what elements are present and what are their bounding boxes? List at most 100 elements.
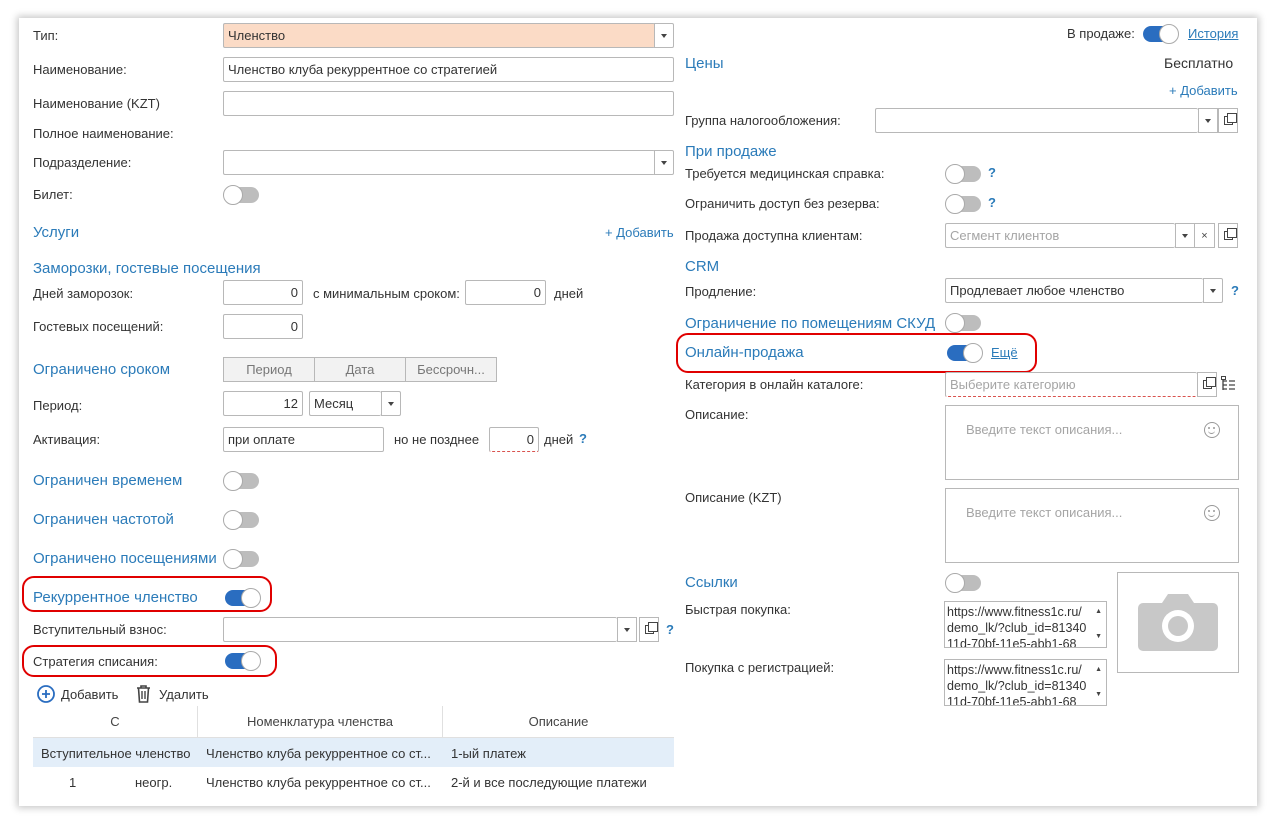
on-sale-toggle[interactable] — [1143, 24, 1179, 44]
camera-icon — [1138, 593, 1218, 651]
renewal-help-icon[interactable]: ? — [1231, 283, 1239, 298]
column-header-description[interactable]: Описание — [443, 706, 674, 738]
online-sale-toggle[interactable] — [947, 343, 983, 363]
term-option-period[interactable]: Период — [224, 358, 315, 381]
term-option-date[interactable]: Дата — [315, 358, 406, 381]
renewal-dropdown[interactable] — [1203, 278, 1223, 303]
name-kzt-field[interactable] — [223, 91, 674, 116]
limited-term-title[interactable]: Ограничено сроком — [33, 361, 170, 378]
history-link[interactable]: История — [1188, 26, 1238, 41]
medical-help-icon[interactable]: ? — [988, 165, 996, 180]
open-icon — [1202, 377, 1216, 389]
type-dropdown-button[interactable] — [654, 23, 674, 48]
limited-time-title[interactable]: Ограничен временем — [33, 472, 182, 489]
emoji-icon[interactable] — [1204, 505, 1220, 521]
freeze-days-unit: дней — [554, 286, 584, 301]
entry-fee-field[interactable] — [223, 617, 617, 642]
add-row-button[interactable]: Добавить — [37, 684, 127, 704]
medical-toggle[interactable] — [945, 164, 981, 184]
online-sale-title[interactable]: Онлайн-продажа — [685, 344, 804, 361]
description-textarea[interactable]: Введите текст описания... — [945, 405, 1239, 480]
skud-toggle[interactable] — [945, 313, 981, 333]
period-unit-field[interactable]: Месяц — [309, 391, 381, 416]
type-field[interactable]: Членство — [223, 23, 655, 48]
limited-visits-toggle[interactable] — [223, 549, 259, 569]
photo-placeholder[interactable] — [1117, 572, 1239, 673]
period-unit-dropdown[interactable] — [381, 391, 401, 416]
ticket-label: Билет: — [33, 187, 73, 202]
crm-title[interactable]: CRM — [685, 258, 719, 275]
services-title[interactable]: Услуги — [33, 224, 79, 241]
scroll-up-icon[interactable]: ▲ — [1095, 662, 1102, 678]
scroll-down-icon[interactable]: ▼ — [1095, 629, 1102, 645]
guest-visits-field[interactable]: 0 — [223, 314, 303, 339]
membership-form: Тип: Членство Наименование: Членство клу… — [19, 18, 1257, 806]
recurrent-title[interactable]: Рекуррентное членство — [33, 589, 198, 606]
emoji-icon[interactable] — [1204, 422, 1220, 438]
row2-c-to: неогр. — [135, 775, 173, 790]
scroll-up-icon[interactable]: ▲ — [1095, 604, 1102, 620]
delete-row-button[interactable]: Удалить — [136, 684, 216, 704]
freeze-days-label: Дней заморозок: — [33, 286, 134, 301]
prices-title[interactable]: Цены — [685, 55, 724, 72]
restrict-help-icon[interactable]: ? — [988, 195, 996, 210]
freeze-min-field[interactable]: 0 — [465, 280, 546, 305]
entry-fee-dropdown[interactable] — [617, 617, 637, 642]
description-kzt-textarea[interactable]: Введите текст описания... — [945, 488, 1239, 563]
category-field[interactable]: Выберите категорию — [945, 372, 1197, 397]
on-sale-section-title[interactable]: При продаже — [685, 143, 777, 160]
name-field[interactable]: Членство клуба рекуррентное со стратегие… — [223, 57, 674, 82]
category-tree-icon[interactable] — [1221, 376, 1237, 392]
freezes-title[interactable]: Заморозки, гостевые посещения — [33, 260, 261, 277]
open-icon — [1223, 113, 1237, 125]
category-open-button[interactable] — [1197, 372, 1217, 397]
on-sale-label: В продаже: — [1067, 26, 1135, 41]
limited-frequency-toggle[interactable] — [223, 510, 259, 530]
activation-field[interactable]: при оплате — [223, 427, 384, 452]
tax-group-field[interactable] — [875, 108, 1198, 133]
client-segment-open-button[interactable] — [1218, 223, 1238, 248]
prices-add-link[interactable]: + Добавить — [1169, 83, 1238, 98]
restrict-toggle[interactable] — [945, 194, 981, 214]
activation-days-field[interactable]: 0 — [489, 427, 539, 452]
activation-help-icon[interactable]: ? — [579, 431, 587, 446]
row2-c-from: 1 — [69, 775, 77, 790]
entry-fee-help-icon[interactable]: ? — [666, 622, 674, 637]
description-label: Описание: — [685, 407, 749, 422]
quick-buy-url-field[interactable]: https://www.fitness1c.ru/demo_lk/?club_i… — [944, 601, 1107, 648]
entry-fee-open-button[interactable] — [639, 617, 659, 642]
client-segment-dropdown[interactable] — [1175, 223, 1195, 248]
online-more-link[interactable]: Ещё — [991, 345, 1018, 360]
term-option-unlimited[interactable]: Бессрочн... — [406, 358, 496, 381]
links-toggle[interactable] — [945, 573, 981, 593]
client-segment-field[interactable]: Сегмент клиентов — [945, 223, 1175, 248]
skud-title[interactable]: Ограничение по помещениям СКУД — [685, 315, 935, 332]
column-header-c[interactable]: С — [33, 706, 198, 738]
limited-time-toggle[interactable] — [223, 471, 259, 491]
limited-visits-title[interactable]: Ограничено посещениями — [33, 550, 217, 567]
ticket-toggle[interactable] — [223, 185, 259, 205]
strategy-toggle[interactable] — [225, 651, 261, 671]
recurrent-toggle[interactable] — [225, 588, 261, 608]
reg-buy-label: Покупка с регистрацией: — [685, 660, 835, 675]
links-title[interactable]: Ссылки — [685, 574, 738, 591]
scroll-down-icon[interactable]: ▼ — [1095, 687, 1102, 703]
column-header-nomenclature[interactable]: Номенклатура членства — [198, 706, 443, 738]
division-dropdown-button[interactable] — [654, 150, 674, 175]
name-kzt-label: Наименование (KZT) — [33, 96, 160, 111]
period-value-field[interactable]: 12 — [223, 391, 303, 416]
client-segment-clear-button[interactable]: × — [1195, 223, 1215, 248]
division-label: Подразделение: — [33, 155, 132, 170]
tax-group-open-button[interactable] — [1218, 108, 1238, 133]
freeze-days-field[interactable]: 0 — [223, 280, 303, 305]
reg-buy-url-field[interactable]: https://www.fitness1c.ru/demo_lk/?club_i… — [944, 659, 1107, 706]
quick-buy-url: https://www.fitness1c.ru/demo_lk/?club_i… — [947, 605, 1087, 648]
trash-icon — [137, 685, 150, 703]
renewal-field[interactable]: Продлевает любое членство — [945, 278, 1203, 303]
name-label: Наименование: — [33, 62, 127, 77]
tax-group-dropdown[interactable] — [1198, 108, 1218, 133]
limited-frequency-title[interactable]: Ограничен частотой — [33, 511, 174, 528]
services-add-link[interactable]: + Добавить — [605, 225, 674, 240]
type-label: Тип: — [33, 28, 59, 43]
division-field[interactable] — [223, 150, 655, 175]
